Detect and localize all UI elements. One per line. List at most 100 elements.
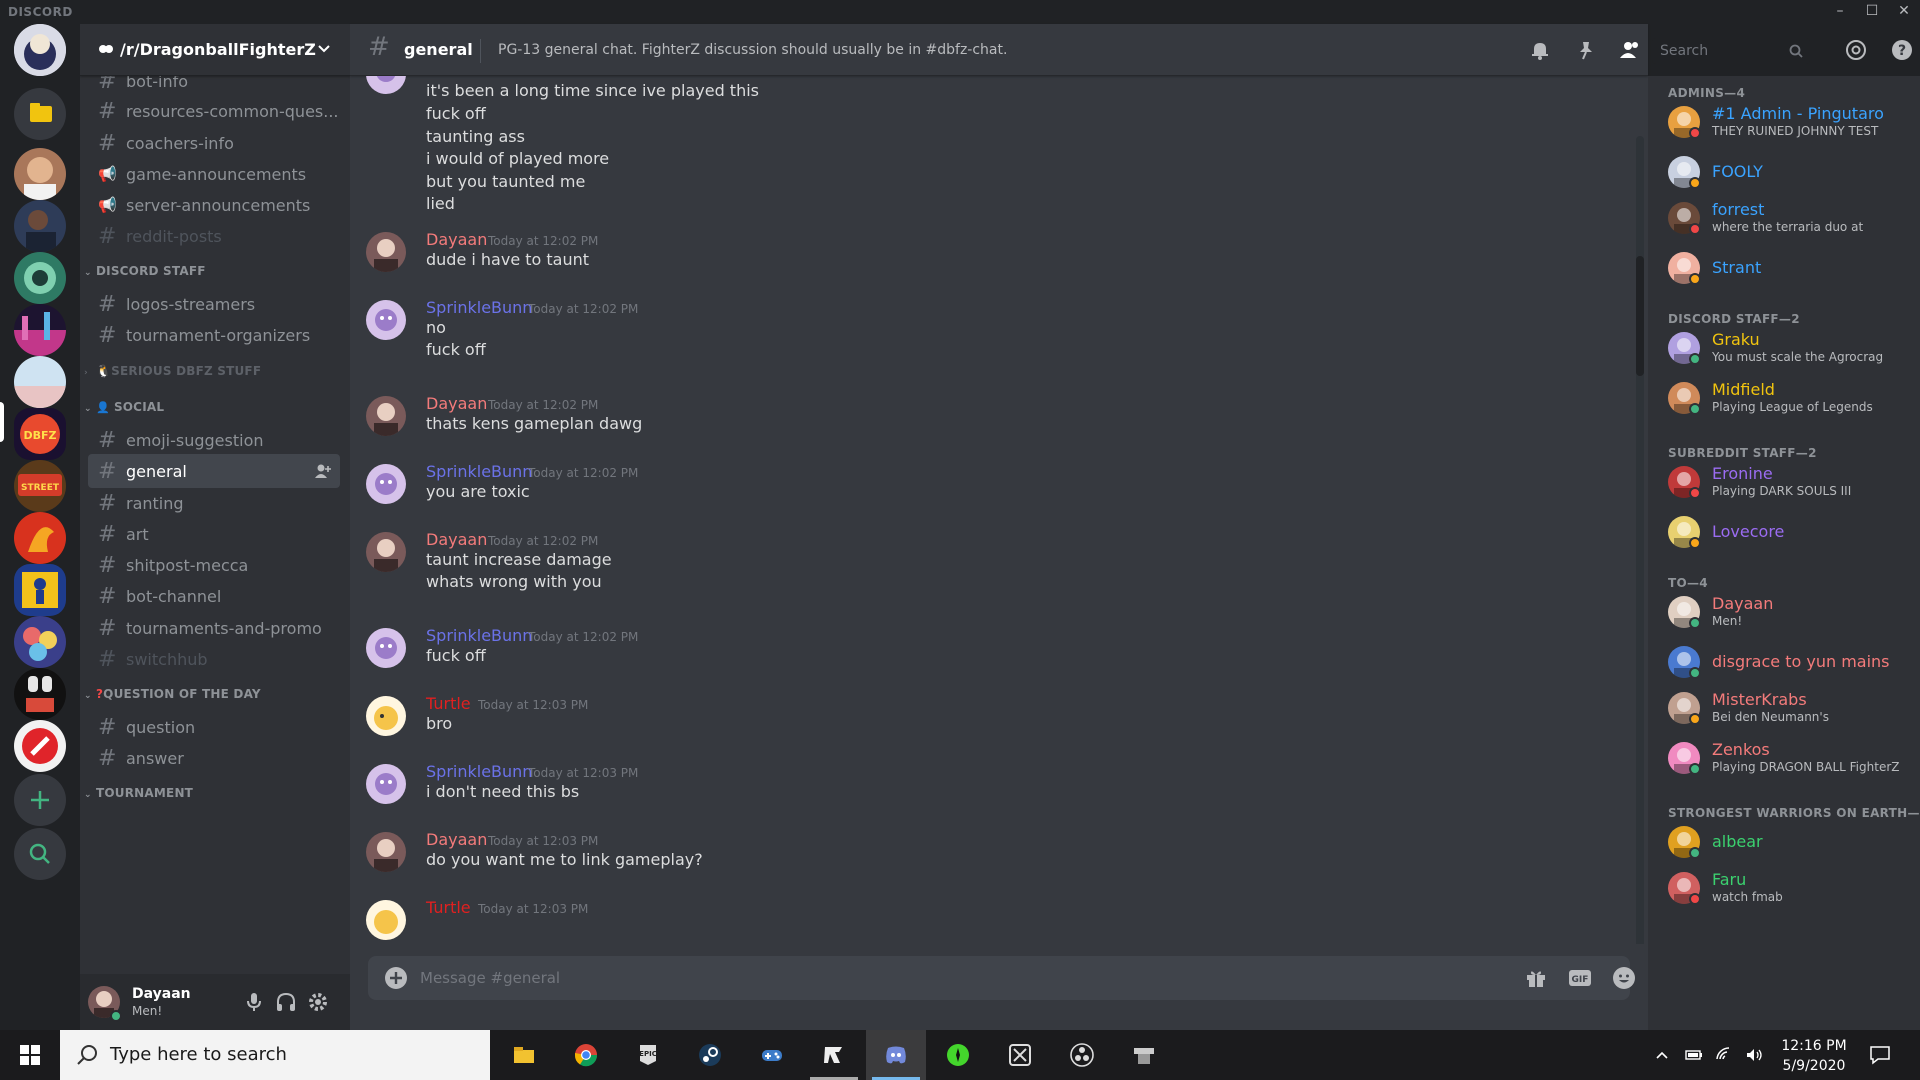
gif-icon[interactable]: GIF <box>1568 966 1592 990</box>
scrollbar-thumb[interactable] <box>1636 256 1644 376</box>
create-invite-icon[interactable] <box>314 463 332 479</box>
category-social[interactable]: ⌄ 👤 SOCIAL <box>84 400 164 420</box>
channel-emoji-suggestion[interactable]: # emoji-suggestion <box>88 423 340 457</box>
message-author[interactable]: Turtle <box>426 898 471 917</box>
channel-tournaments-and-promo[interactable]: # tournaments-and-promo <box>88 611 340 645</box>
member-list-icon[interactable] <box>1618 38 1642 62</box>
channel-tournament-organizers[interactable]: # tournament-organizers <box>88 318 340 352</box>
member-item[interactable]: Strant <box>1656 246 1906 290</box>
headphones-icon[interactable] <box>274 990 298 1014</box>
bell-icon[interactable] <box>1528 38 1552 62</box>
avatar[interactable] <box>366 832 406 872</box>
message-author[interactable]: Dayaan <box>426 530 487 549</box>
server-icon-6[interactable]: STREET <box>14 460 66 512</box>
taskbar-chrome[interactable] <box>556 1030 616 1080</box>
channel-answer[interactable]: # answer <box>88 741 340 775</box>
server-icon-home[interactable] <box>14 24 66 76</box>
taskbar-search-box[interactable]: Type here to search <box>60 1030 490 1080</box>
taskbar-obs[interactable] <box>1052 1030 1112 1080</box>
member-item[interactable]: disgrace to yun mains <box>1656 640 1906 684</box>
microphone-icon[interactable] <box>242 990 266 1014</box>
battery-icon[interactable] <box>1684 1045 1704 1065</box>
server-icon-9[interactable] <box>14 616 66 668</box>
server-icon-11[interactable] <box>14 720 66 772</box>
channel-logos-streamers[interactable]: # logos-streamers <box>88 287 340 321</box>
server-folder[interactable] <box>14 88 66 140</box>
channel-art[interactable]: # art <box>88 517 340 551</box>
channel-ranting[interactable]: # ranting <box>88 486 340 520</box>
message-author[interactable]: SprinkleBunn <box>426 626 532 645</box>
member-item[interactable]: Dayaan Men! <box>1656 590 1906 634</box>
taskbar-epic-games[interactable]: EPIC <box>618 1030 678 1080</box>
avatar[interactable] <box>366 764 406 804</box>
message-composer[interactable]: Message #general GIF <box>368 956 1635 1000</box>
chevron-up-icon[interactable] <box>1652 1045 1672 1065</box>
guild-header[interactable]: /r/DragonballFighterZ <box>80 24 350 76</box>
explore-servers-button[interactable] <box>14 828 66 880</box>
message-author[interactable]: Turtle <box>426 694 471 713</box>
server-icon-dragonball-fighterz[interactable]: DBFZ <box>14 408 66 460</box>
channel-general[interactable]: # general <box>88 454 340 488</box>
avatar[interactable] <box>366 696 406 736</box>
taskbar-discord[interactable] <box>866 1030 926 1080</box>
avatar[interactable] <box>366 532 406 572</box>
member-item[interactable]: Eronine Playing DARK SOULS III <box>1656 460 1906 504</box>
member-item[interactable]: Lovecore <box>1656 510 1906 554</box>
channel-coachers-info[interactable]: # coachers-info <box>88 126 340 160</box>
taskbar-rockstar[interactable] <box>804 1030 864 1080</box>
wifi-icon[interactable] <box>1714 1045 1734 1065</box>
volume-icon[interactable] <box>1744 1045 1764 1065</box>
search-input[interactable]: Search <box>1652 38 1810 64</box>
help-icon[interactable]: ? <box>1890 38 1914 62</box>
avatar[interactable] <box>366 396 406 436</box>
message-author[interactable]: SprinkleBunn <box>426 762 532 781</box>
member-item[interactable]: Zenkos Playing DRAGON BALL FighterZ <box>1656 736 1906 780</box>
message-author[interactable]: Dayaan <box>426 830 487 849</box>
notifications-icon[interactable] <box>1868 1043 1892 1067</box>
message-author[interactable]: SprinkleBunn <box>426 298 532 317</box>
taskbar-app[interactable] <box>1114 1030 1174 1080</box>
emoji-icon[interactable] <box>1612 966 1636 990</box>
message-author[interactable]: Dayaan <box>426 230 487 249</box>
server-icon-7[interactable] <box>14 512 66 564</box>
taskbar-razer[interactable] <box>928 1030 988 1080</box>
channel-bot-channel[interactable]: # bot-channel <box>88 579 340 613</box>
member-item[interactable]: forrest where the terraria duo at <box>1656 196 1906 240</box>
category-question-of-the-day[interactable]: ⌄ ?QUESTION OF THE DAY <box>84 687 261 707</box>
upload-plus-icon[interactable] <box>384 966 408 990</box>
member-item[interactable]: FOOLY <box>1656 150 1906 194</box>
taskbar-game-controller[interactable] <box>742 1030 802 1080</box>
category-tournament[interactable]: ⌄ TOURNAMENT <box>84 786 193 806</box>
channel-resources[interactable]: # resources-common-ques... <box>88 94 340 128</box>
category-serious-dbfz[interactable]: › 🐧SERIOUS DBFZ STUFF <box>84 364 261 384</box>
channel-question[interactable]: # question <box>88 710 340 744</box>
channel-server-announcements[interactable]: 📢 server-announcements <box>88 188 340 222</box>
channel-topic[interactable]: PG-13 general chat. FighterZ discussion … <box>498 42 1007 58</box>
server-icon-1[interactable] <box>14 148 66 200</box>
taskbar-snip[interactable] <box>990 1030 1050 1080</box>
message-input[interactable]: Message #general <box>420 969 560 987</box>
server-icon-2[interactable] <box>14 200 66 252</box>
maximize-button[interactable]: ☐ <box>1862 2 1882 20</box>
minimize-button[interactable]: – <box>1830 2 1850 20</box>
message-author[interactable]: SprinkleBunn <box>426 462 532 481</box>
gift-icon[interactable] <box>1524 966 1548 990</box>
mentions-icon[interactable] <box>1844 38 1868 62</box>
avatar[interactable] <box>366 628 406 668</box>
member-item[interactable]: #1 Admin - Pingutaro THEY RUINED JOHNNY T… <box>1656 100 1906 144</box>
category-discord-staff[interactable]: ⌄ DISCORD STAFF <box>84 264 206 284</box>
channel-reddit-posts[interactable]: # reddit-posts <box>88 219 340 253</box>
server-icon-5[interactable] <box>14 356 66 408</box>
gear-icon[interactable] <box>306 990 330 1014</box>
avatar[interactable] <box>366 76 406 94</box>
taskbar-clock[interactable]: 12:16 PM 5/9/2020 <box>1764 1036 1864 1076</box>
pin-icon[interactable] <box>1574 38 1598 62</box>
member-item[interactable]: Midfield Playing League of Legends <box>1656 376 1906 420</box>
member-item[interactable]: Graku You must scale the Agrocrag <box>1656 326 1906 370</box>
taskbar-steam[interactable] <box>680 1030 740 1080</box>
avatar[interactable] <box>366 900 406 940</box>
channel-switchhub[interactable]: # switchhub <box>88 642 340 676</box>
channel-shitpost-mecca[interactable]: # shitpost-mecca <box>88 548 340 582</box>
avatar[interactable] <box>366 232 406 272</box>
member-item[interactable]: Faru watch fmab <box>1656 866 1906 910</box>
